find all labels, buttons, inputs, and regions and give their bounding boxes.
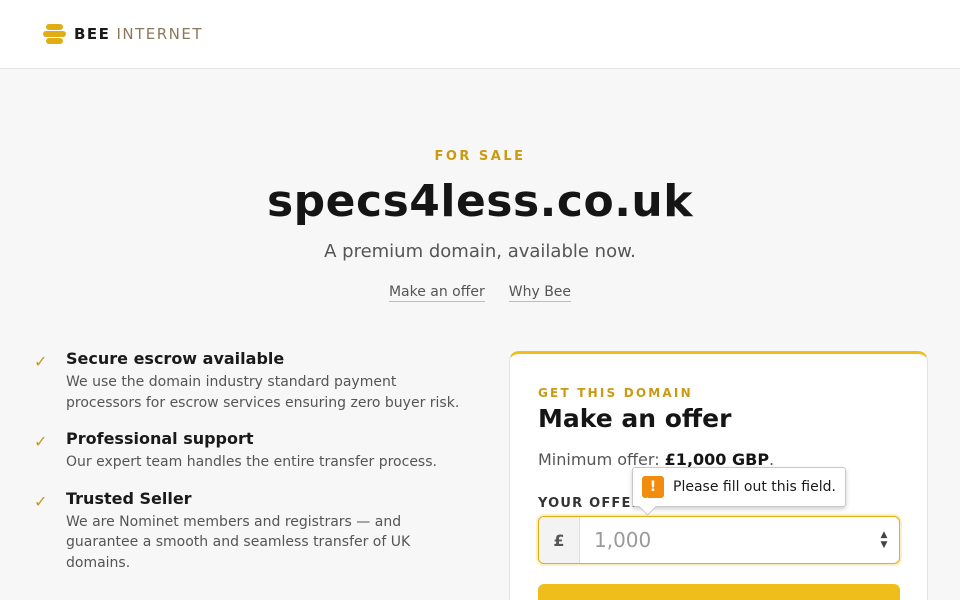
site-header: BEE INTERNET	[0, 0, 960, 69]
why-bee-link[interactable]: Why Bee	[508, 284, 572, 302]
features-list: ✓ Secure escrow available We use the dom…	[34, 349, 464, 589]
logo-primary-text: BEE	[74, 25, 111, 43]
feature-title: Secure escrow available	[66, 349, 285, 368]
feature-item: ✓ Secure escrow available We use the dom…	[34, 349, 464, 413]
warning-icon: !	[642, 476, 664, 498]
feature-title: Professional support	[66, 429, 254, 448]
validation-message: Please fill out this field.	[673, 479, 836, 495]
currency-prefix: £	[539, 517, 580, 563]
hero-section: FOR SALE specs4less.co.uk A premium doma…	[0, 69, 960, 302]
check-icon: ✓	[34, 432, 48, 451]
bee-internet-logo[interactable]: BEE INTERNET	[43, 23, 203, 45]
offer-field: £ ▲ ▼	[538, 516, 900, 564]
feature-title: Trusted Seller	[66, 488, 192, 508]
feature-description: We use the domain industry standard paym…	[66, 374, 460, 411]
offer-card-title: Make an offer	[538, 404, 732, 433]
your-offer-label: YOUR OFFER	[538, 496, 643, 511]
submit-offer-button[interactable]	[538, 584, 900, 600]
spin-down-icon[interactable]: ▼	[881, 540, 888, 550]
hero-links: Make an offer Why Bee	[0, 284, 960, 302]
domain-name: specs4less.co.uk	[266, 176, 694, 227]
feature-item: ✓ Trusted Seller We are Nominet members …	[34, 489, 464, 574]
get-domain-label: GET THIS DOMAIN	[538, 386, 693, 400]
make-offer-link[interactable]: Make an offer	[388, 284, 485, 302]
logo-wordmark: BEE INTERNET	[74, 25, 203, 43]
check-icon: ✓	[34, 352, 48, 371]
number-spinner[interactable]: ▲ ▼	[869, 517, 899, 563]
offer-amount-input[interactable]	[580, 517, 869, 563]
feature-description: Our expert team handles the entire trans…	[66, 454, 437, 470]
domain-tagline: A premium domain, available now.	[324, 241, 636, 262]
logo-secondary-text: INTERNET	[116, 25, 204, 43]
validation-tooltip: ! Please fill out this field.	[632, 467, 846, 507]
for-sale-label: FOR SALE	[434, 149, 526, 164]
feature-item: ✓ Professional support Our expert team h…	[34, 429, 464, 473]
check-icon: ✓	[34, 491, 48, 511]
feature-description: We are Nominet members and registrars — …	[66, 513, 411, 571]
bee-stripes-icon	[43, 23, 66, 45]
spin-up-icon[interactable]: ▲	[881, 530, 888, 540]
